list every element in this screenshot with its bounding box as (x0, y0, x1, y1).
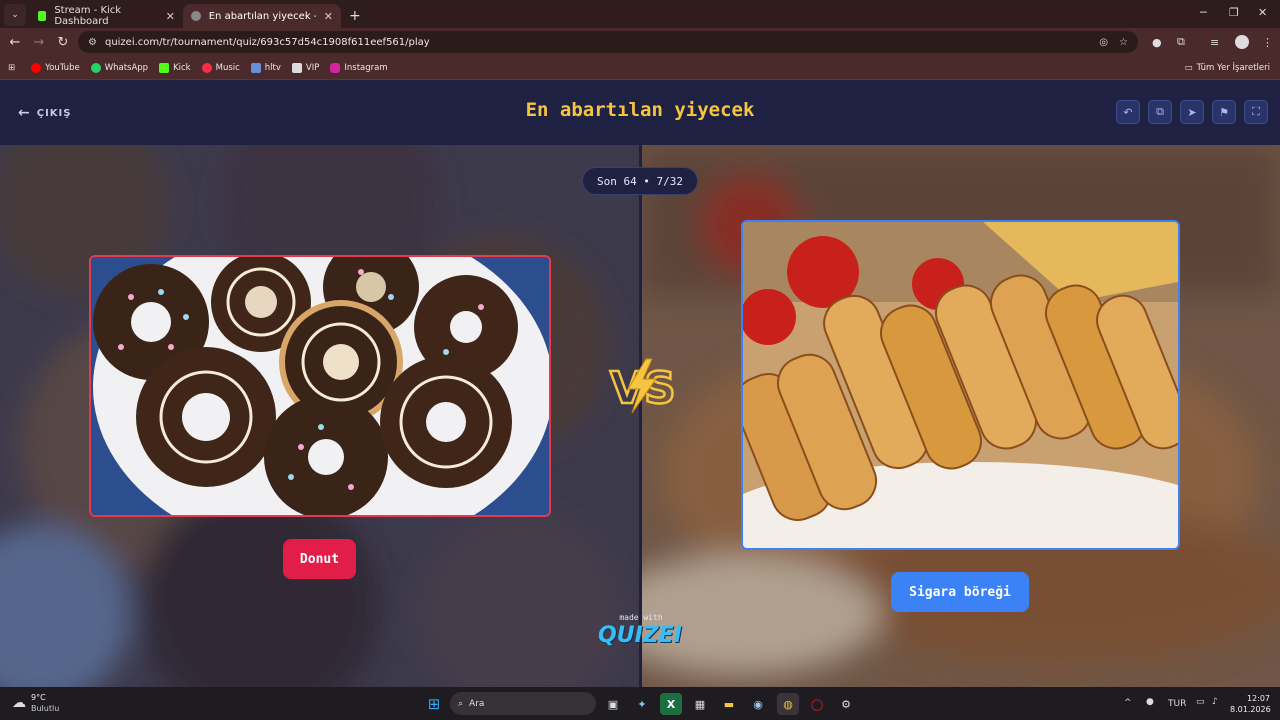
clock[interactable]: 12:07 8.01.2026 (1230, 693, 1271, 715)
vs-lightning-icon: VS (609, 358, 677, 415)
app-header: ← ÇIKIŞ En abartılan yiyecek ↶ ⧉ ➤ ⚑ ⛶ (0, 81, 1280, 145)
weather-desc: Bulutlu (31, 704, 60, 713)
donut (136, 347, 276, 487)
tray-overflow-icon[interactable]: ^ (1124, 698, 1132, 708)
network-icon[interactable]: ▭ (1196, 697, 1205, 707)
weather-widget[interactable]: ☁ 9°C Bulutlu (12, 692, 59, 714)
opera-icon[interactable]: ◯ (806, 693, 828, 715)
clock-time: 12:07 (1246, 694, 1270, 703)
donut (264, 395, 388, 515)
forward-icon[interactable]: → (27, 35, 51, 50)
hltv-icon (250, 62, 261, 73)
bookmark-music[interactable]: Music (201, 62, 240, 73)
bookmark-kick[interactable]: Kick (159, 62, 191, 73)
bookmark-whatsapp[interactable]: WhatsApp (90, 62, 148, 73)
steam-icon[interactable]: ◉ (747, 693, 769, 715)
bookmark-hltv[interactable]: hltv (250, 62, 281, 73)
copilot-icon[interactable]: ✦ (631, 693, 653, 715)
back-icon[interactable]: ← (3, 35, 27, 50)
language-indicator[interactable]: TUR (1168, 699, 1186, 709)
bookmark-vip[interactable]: VIP (291, 62, 319, 73)
tab-quizei[interactable]: En abartılan yiyecek - Tier List, ✕ (183, 4, 341, 28)
restore-icon[interactable]: ❐ (1229, 6, 1239, 19)
tab-kick-dashboard[interactable]: Stream - Kick Dashboard ✕ (30, 4, 183, 28)
microphone-icon[interactable]: ● (1146, 697, 1154, 707)
site-info-icon[interactable]: ⚙ (88, 37, 97, 48)
copy-button[interactable]: ⧉ (1148, 100, 1172, 124)
cloud-icon: ☁ (12, 695, 26, 711)
clock-date: 8.01.2026 (1230, 705, 1271, 714)
menu-icon[interactable]: ⋮ (1262, 36, 1273, 49)
start-button[interactable]: ⊞ (423, 693, 445, 715)
bookmarks-bar: ⊞ YouTube WhatsApp Kick Music hltv VIP I… (0, 56, 1280, 80)
search-placeholder: Ara (469, 698, 485, 709)
quizei-logo[interactable]: QUIZEI (594, 623, 686, 648)
eye-off-icon[interactable]: ◎ (1099, 37, 1108, 48)
kick-icon (38, 11, 47, 21)
right-choice-card[interactable] (741, 220, 1180, 550)
media-icon[interactable]: ≡ (1210, 36, 1219, 49)
whatsapp-icon (90, 62, 101, 73)
reload-icon[interactable]: ↻ (51, 35, 75, 50)
copy-icon: ⧉ (1156, 105, 1164, 118)
donut-image (91, 257, 549, 515)
search-icon: ⌕ (458, 698, 464, 709)
left-choice-button[interactable]: Donut (283, 539, 356, 579)
task-view-icon[interactable]: ▣ (602, 693, 624, 715)
folder-icon: ▭ (1184, 62, 1193, 73)
vip-icon (291, 62, 302, 73)
app-icon[interactable]: ⚙ (835, 693, 857, 715)
tab-list-button[interactable]: ⌄ (4, 4, 26, 26)
center-divider (639, 145, 642, 687)
right-choice-button[interactable]: Sigara böreği (891, 572, 1029, 612)
chrome-icon[interactable]: ◍ (777, 693, 799, 715)
round-indicator: Son 64 • 7/32 (582, 167, 698, 195)
taskbar: ☁ 9°C Bulutlu ⊞ ⌕ Ara ▣ ✦ X ▦ ▬ ◉ ◍ ◯ ⚙ … (0, 687, 1280, 720)
flag-icon: ⚑ (1219, 105, 1229, 119)
instagram-icon (330, 62, 341, 73)
tab-title: Stream - Kick Dashboard (54, 5, 122, 27)
made-with-label: made with (619, 613, 663, 622)
minimize-icon[interactable]: ─ (1200, 6, 1207, 19)
report-button[interactable]: ⚑ (1212, 100, 1236, 124)
all-bookmarks[interactable]: ▭ Tüm Yer İşaretleri (1185, 63, 1270, 73)
left-choice-card[interactable] (89, 255, 551, 517)
quizei-icon (191, 11, 201, 21)
share-button[interactable]: ➤ (1180, 100, 1204, 124)
undo-button[interactable]: ↶ (1116, 100, 1140, 124)
browser-tab-bar: ⌄ Stream - Kick Dashboard ✕ En abartılan… (0, 0, 1280, 28)
window-close-icon[interactable]: ✕ (1258, 6, 1267, 19)
page-title: En abartılan yiyecek (525, 99, 755, 121)
fullscreen-button[interactable]: ⛶ (1244, 100, 1268, 124)
apps-icon[interactable]: ⊞ (8, 63, 15, 73)
star-icon[interactable]: ☆ (1119, 37, 1128, 48)
vs-emblem: VS (606, 357, 677, 415)
profile-avatar[interactable] (1235, 35, 1249, 49)
file-explorer-icon[interactable]: ▬ (718, 693, 740, 715)
bookmark-youtube[interactable]: YouTube (31, 62, 80, 73)
taskbar-search[interactable]: ⌕ Ara (450, 692, 596, 715)
new-tab-button[interactable]: + (349, 8, 361, 24)
sigara-boregi-image (743, 222, 1178, 548)
puzzle-icon[interactable]: ⧉ (1177, 35, 1185, 49)
send-icon: ➤ (1187, 105, 1197, 119)
tab-title: En abartılan yiyecek - Tier List, (208, 10, 316, 22)
music-icon (201, 62, 212, 73)
address-bar[interactable]: ⚙ quizei.com/tr/tournament/quiz/693c57d5… (78, 31, 1138, 53)
url-text: quizei.com/tr/tournament/quiz/693c57d54c… (104, 36, 430, 48)
undo-icon: ↶ (1123, 105, 1133, 119)
weather-temp: 9°C (31, 693, 46, 702)
volume-icon[interactable]: ♪ (1212, 697, 1218, 707)
kick-icon (159, 62, 170, 73)
excel-icon[interactable]: X (660, 693, 682, 715)
extension-icon[interactable]: ● (1152, 36, 1162, 49)
browser-toolbar: ← → ↻ ⚙ quizei.com/tr/tournament/quiz/69… (0, 28, 1280, 56)
close-tab-icon[interactable]: ✕ (166, 10, 175, 23)
close-tab-icon[interactable]: ✕ (324, 10, 333, 23)
fullscreen-icon: ⛶ (1252, 105, 1260, 118)
youtube-icon (31, 62, 42, 73)
store-icon[interactable]: ▦ (689, 693, 711, 715)
quiz-app: ← ÇIKIŞ En abartılan yiyecek ↶ ⧉ ➤ ⚑ ⛶ S… (0, 81, 1280, 687)
bookmark-instagram[interactable]: Instagram (330, 62, 388, 73)
